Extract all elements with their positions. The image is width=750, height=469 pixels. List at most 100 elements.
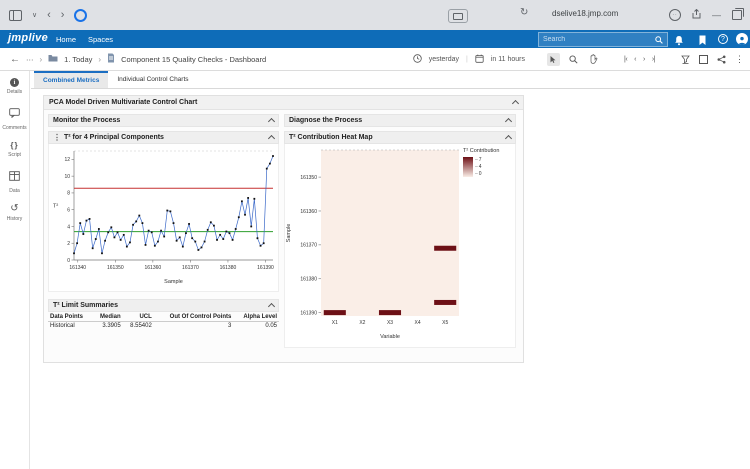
grab-tool-button[interactable]	[587, 52, 600, 66]
left-rail: i Details Comments {} Script Data ↺ Hist…	[0, 71, 30, 469]
drag-grip-icon[interactable]: ⋮	[53, 134, 61, 142]
collapse-chevron-icon[interactable]	[268, 118, 275, 125]
svg-text:10: 10	[64, 174, 70, 180]
svg-text:X3: X3	[387, 320, 393, 326]
svg-text:X2: X2	[359, 320, 365, 326]
heatmap-panel-title: T² Contribution Heat Map	[289, 134, 373, 141]
help-icon[interactable]: ?	[718, 34, 728, 44]
diagnose-section-title: Diagnose the Process	[289, 117, 362, 124]
tab-search-chevron-icon[interactable]: ∨	[32, 12, 37, 19]
first-page-button[interactable]: |‹	[624, 56, 627, 63]
folder-icon	[48, 54, 58, 64]
pca-panel-title: PCA Model Driven Multivariate Control Ch…	[49, 99, 197, 106]
fullscreen-icon[interactable]	[699, 55, 708, 64]
reload-icon[interactable]: ↻	[520, 7, 528, 18]
zoom-tool-button[interactable]	[567, 53, 580, 66]
back-arrow-icon[interactable]: ←	[10, 54, 20, 65]
col-alpha: Alpha Level	[233, 313, 279, 322]
search-icon[interactable]	[651, 31, 667, 49]
scatter-panel-title: T² for 4 Principal Components	[64, 134, 164, 141]
tab-combined-metrics[interactable]: Combined Metrics	[34, 71, 108, 88]
browser-chrome: ∨ ‹ › ↻ dselive18.jmp.com ·· —	[0, 0, 750, 30]
tab-overview-icon[interactable]	[9, 10, 22, 21]
rail-item-details[interactable]: i Details	[7, 78, 22, 95]
minimize-icon[interactable]: —	[712, 10, 721, 20]
svg-text:8: 8	[67, 191, 70, 197]
share-page-icon[interactable]	[692, 6, 701, 24]
svg-text:161380: 161380	[300, 277, 317, 283]
svg-text:161370: 161370	[182, 265, 199, 271]
svg-text:X4: X4	[415, 320, 421, 326]
search-box[interactable]	[538, 32, 668, 47]
svg-text:T²: T²	[53, 204, 58, 210]
prev-page-button[interactable]: ‹	[634, 56, 636, 63]
limits-panel-title: T² Limit Summaries	[53, 302, 118, 309]
collapse-chevron-icon[interactable]	[512, 100, 519, 107]
breadcrumb-separator-2: ›	[98, 55, 101, 64]
breadcrumb-ellipsis[interactable]: ⋯	[26, 55, 34, 64]
more-options-icon[interactable]: ⋮	[735, 54, 744, 65]
data-table-icon	[9, 168, 20, 186]
rail-item-data[interactable]: Data	[9, 168, 20, 194]
rail-item-script[interactable]: {} Script	[8, 141, 21, 158]
restore-windows-icon[interactable]	[732, 10, 742, 20]
svg-text:X1: X1	[332, 320, 338, 326]
next-page-button[interactable]: ›	[643, 56, 645, 63]
t2-control-chart[interactable]: 0246810121613401613501613601613701613801…	[48, 144, 279, 292]
col-median: Median	[93, 313, 123, 322]
rail-item-history[interactable]: ↺ History	[7, 204, 23, 222]
collapse-chevron-icon[interactable]	[268, 135, 275, 142]
updated-status: yesterday	[429, 56, 459, 63]
nav-spaces[interactable]: Spaces	[88, 35, 113, 44]
feedback-icon[interactable]: ··	[669, 9, 681, 21]
rail-item-comments[interactable]: Comments	[2, 105, 26, 131]
jmp-live-logo[interactable]: jmplive	[8, 32, 48, 44]
svg-text:2: 2	[67, 241, 70, 247]
svg-text:161380: 161380	[220, 265, 237, 271]
svg-text:161350: 161350	[107, 265, 124, 271]
display-mode-pill[interactable]	[448, 9, 468, 23]
browser-forward-icon[interactable]: ›	[61, 10, 65, 21]
script-icon: {}	[10, 141, 18, 150]
browser-back-icon[interactable]: ‹	[47, 10, 51, 21]
site-favicon	[74, 9, 87, 22]
select-tool-button[interactable]	[547, 53, 560, 66]
document-icon	[107, 53, 115, 65]
collapse-chevron-icon[interactable]	[505, 118, 512, 125]
svg-text:161360: 161360	[300, 209, 317, 215]
svg-text:161370: 161370	[300, 243, 317, 249]
breadcrumb-folder[interactable]: 1. Today	[64, 55, 92, 64]
tab-individual-control-charts[interactable]: Individual Control Charts	[108, 71, 197, 88]
clock-icon	[413, 54, 422, 65]
svg-text:161340: 161340	[69, 265, 86, 271]
collapse-chevron-icon[interactable]	[505, 135, 512, 142]
share-icon[interactable]	[715, 53, 728, 66]
svg-text:4: 4	[67, 224, 70, 230]
filter-icon[interactable]	[679, 53, 692, 66]
col-ooc-points: Out Of Control Points	[154, 313, 234, 322]
table-row: Historical 3.3905 8.55402 3 0.05	[48, 322, 279, 331]
svg-text:Sample: Sample	[164, 279, 183, 285]
svg-text:X5: X5	[442, 320, 448, 326]
comments-icon	[9, 105, 20, 123]
app-navbar: jmplive Home Spaces ?	[0, 30, 750, 48]
legend-gradient	[463, 157, 473, 177]
t2-contribution-heatmap[interactable]: 161350 161360 161370 161380 161390 X1 X2 X3 X4 X5…	[285, 144, 463, 347]
search-input[interactable]	[539, 36, 651, 43]
monitor-icon	[453, 13, 463, 20]
pca-panel-header: PCA Model Driven Multivariate Control Ch…	[44, 96, 523, 110]
nav-home[interactable]: Home	[56, 35, 76, 44]
info-icon: i	[10, 78, 19, 87]
svg-text:161350: 161350	[300, 175, 317, 181]
collapse-chevron-icon[interactable]	[268, 303, 275, 310]
svg-text:161390: 161390	[300, 310, 317, 316]
svg-text:Variable: Variable	[380, 334, 400, 340]
heatmap-panel-header: T² Contribution Heat Map	[284, 131, 516, 144]
main-content: Combined Metrics Individual Control Char…	[31, 71, 750, 469]
user-avatar[interactable]	[736, 33, 748, 45]
last-page-button[interactable]: ›|	[652, 56, 655, 63]
limits-panel-header: T² Limit Summaries	[48, 299, 279, 312]
svg-text:161360: 161360	[145, 265, 162, 271]
address-url[interactable]: dselive18.jmp.com	[552, 9, 618, 18]
svg-text:12: 12	[64, 157, 70, 163]
